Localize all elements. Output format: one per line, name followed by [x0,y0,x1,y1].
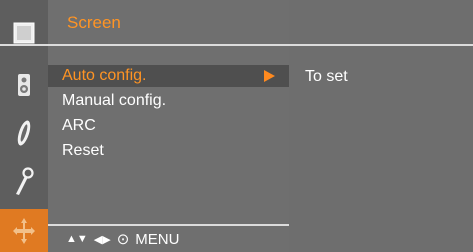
bottom-divider [48,224,289,226]
menu-item-reset[interactable]: Reset [48,140,289,162]
setup-icon [16,167,34,195]
audio-speaker-icon [18,74,30,96]
sidebar-item-picture[interactable] [0,13,48,53]
submenu-arrow-icon [264,70,275,82]
navigation-hint: ▲▼ ◀▶ ⊙ MENU [66,230,180,249]
picture-icon [13,22,35,44]
screen-position-icon [13,217,35,244]
menu-panel: Screen Auto config. Manual config. ARC R… [48,0,289,252]
submenu-panel: To set [289,0,473,252]
enter-icon: ⊙ [116,231,130,248]
sidebar-item-tracking[interactable] [0,110,48,155]
up-down-arrows-icon: ▲▼ [66,233,88,245]
sidebar-item-screen[interactable] [0,209,48,252]
menu-item-auto-config[interactable]: Auto config. [48,65,289,87]
menu-item-label: Reset [62,142,104,159]
menu-title: Screen [67,13,121,32]
submenu-hint: To set [305,68,348,85]
menu-item-label: ARC [62,117,96,134]
left-right-arrows-icon: ◀▶ [93,233,111,246]
sidebar-item-setup[interactable] [0,158,48,206]
menu-label: MENU [135,230,180,248]
osd-menu: Screen Auto config. Manual config. ARC R… [0,0,473,252]
menu-item-manual-config[interactable]: Manual config. [48,90,289,112]
top-divider [0,44,473,46]
tracking-icon [17,120,31,145]
category-sidebar [0,0,48,252]
menu-item-label: Auto config. [62,67,147,84]
menu-item-arc[interactable]: ARC [48,115,289,137]
menu-item-label: Manual config. [62,92,167,109]
sidebar-item-audio[interactable] [0,60,48,110]
